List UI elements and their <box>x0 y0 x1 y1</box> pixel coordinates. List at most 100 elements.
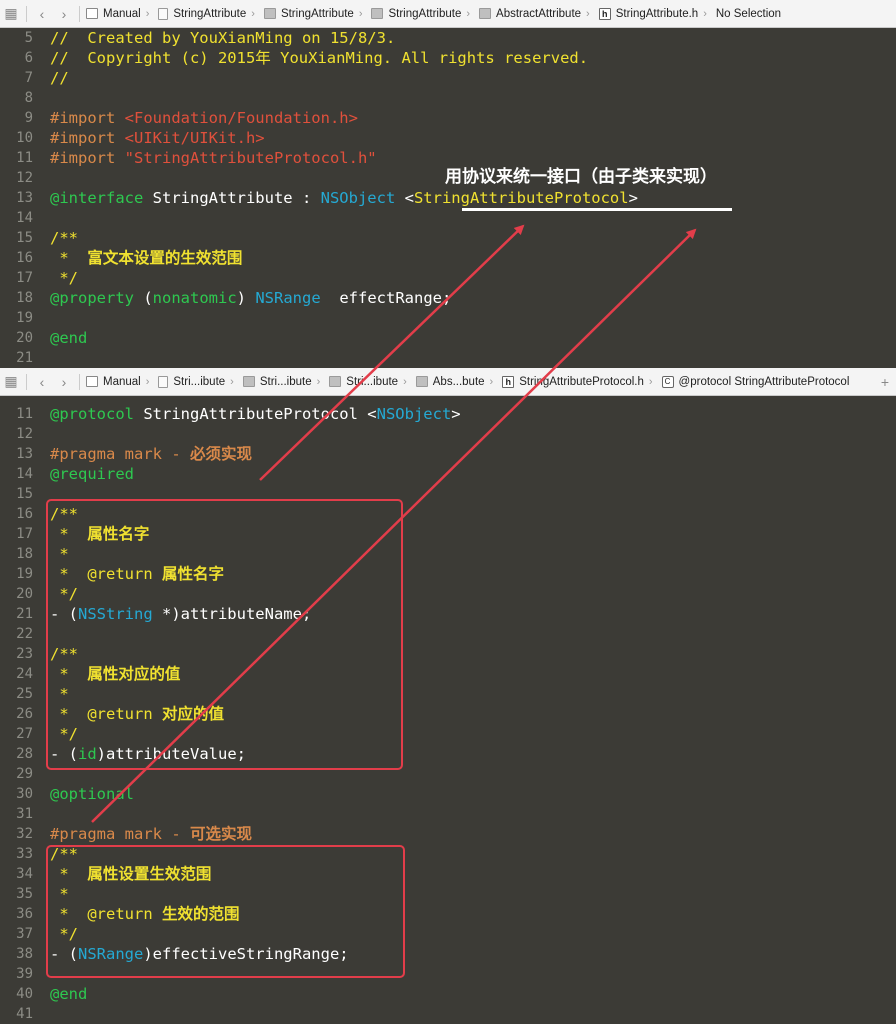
project-icon <box>86 376 98 387</box>
code-line[interactable]: 16 * 富文本设置的生效范围 <box>0 248 896 268</box>
breadcrumb-item[interactable]: h StringAttribute.h › <box>597 7 714 20</box>
breadcrumb-label: StringAttribute <box>388 7 462 20</box>
back-chevron-icon[interactable]: ‹ <box>31 3 53 25</box>
line-number: 12 <box>16 426 33 442</box>
code-line[interactable]: 31 <box>0 804 896 824</box>
line-number: 11 <box>16 150 33 166</box>
folder-icon <box>242 376 255 387</box>
code-line[interactable]: 11 @protocol StringAttributeProtocol <NSO… <box>0 404 896 424</box>
code-line[interactable]: 19 <box>0 308 896 328</box>
line-number: 27 <box>16 726 33 742</box>
line-number: 25 <box>16 686 33 702</box>
optional-methods-highlight <box>46 845 405 978</box>
code-line[interactable]: 20 @end <box>0 328 896 348</box>
breadcrumb-item[interactable]: h StringAttributeProtocol.h › <box>500 375 659 388</box>
code-line[interactable]: 8 <box>0 88 896 108</box>
code-line[interactable]: 10 #import <UIKit/UIKit.h> <box>0 128 896 148</box>
breadcrumb-item[interactable]: Abs...bute › <box>414 376 500 388</box>
back-chevron-icon[interactable]: ‹ <box>31 371 53 393</box>
chevron-right-icon: › <box>145 7 150 20</box>
code-line[interactable]: 14 @required <box>0 464 896 484</box>
code-line[interactable]: 17 */ <box>0 268 896 288</box>
breadcrumb-item[interactable]: Stri...ibute › <box>241 376 327 388</box>
line-number: 9 <box>24 110 33 126</box>
breadcrumb-label: @protocol StringAttributeProtocol <box>678 375 850 388</box>
code-token: 富文本设置的生效范围 <box>87 249 243 267</box>
code-token: #import <box>50 129 125 147</box>
annotation-text: 用协议来统一接口（由子类来实现） <box>445 167 717 187</box>
code-token: 必须实现 <box>189 445 252 463</box>
breadcrumb-label: Stri...ibute <box>259 375 312 388</box>
breadcrumb-label: AbstractAttribute <box>496 7 582 20</box>
line-number: 16 <box>16 250 33 266</box>
breadcrumb-label: Manual <box>103 7 141 20</box>
code-token: StringAttributeProtocol < <box>134 405 377 423</box>
breadcrumb-item[interactable]: C @protocol StringAttributeProtocol <box>660 375 852 388</box>
code-line[interactable]: 5 // Created by YouXianMing on 15/8/3. <box>0 28 896 48</box>
code-text: @interface StringAttribute : NSObject <S… <box>50 188 638 208</box>
line-number: 13 <box>16 190 33 206</box>
chevron-right-icon: › <box>230 375 234 388</box>
code-line[interactable]: 40 @end <box>0 984 896 1004</box>
forward-chevron-icon[interactable]: › <box>53 3 75 25</box>
divider <box>26 373 27 390</box>
code-token: // <box>50 69 69 87</box>
divider <box>79 373 80 390</box>
breadcrumb-item[interactable]: Stri...ibute › <box>156 375 240 388</box>
code-line[interactable]: 9 #import <Foundation/Foundation.h> <box>0 108 896 128</box>
breadcrumb-label: StringAttribute <box>280 7 354 20</box>
code-token: ) <box>236 289 256 307</box>
code-line[interactable]: 13 #pragma mark - 必须实现 <box>0 444 896 464</box>
code-line[interactable]: 32 #pragma mark - 可选实现 <box>0 824 896 844</box>
line-number: 12 <box>16 170 33 186</box>
breadcrumb-item[interactable]: AbstractAttribute › <box>477 8 597 20</box>
code-token: */ <box>50 269 78 287</box>
code-line[interactable]: 7 // <box>0 68 896 88</box>
line-number: 11 <box>16 406 33 422</box>
breadcrumb-item[interactable]: Manual › <box>84 8 156 20</box>
chevron-right-icon: › <box>466 7 471 20</box>
code-token: // Created by YouXianMing on 15/8/3. <box>50 29 396 47</box>
chevron-right-icon: › <box>703 7 707 20</box>
forward-chevron-icon[interactable]: › <box>53 371 75 393</box>
line-number: 31 <box>16 806 33 822</box>
line-number: 20 <box>16 586 33 602</box>
grid-icon[interactable]: ▦ <box>0 3 22 25</box>
chevron-right-icon: › <box>403 375 407 388</box>
code-line[interactable]: 21 <box>0 348 896 368</box>
top-code-editor[interactable]: 5 // Created by YouXianMing on 15/8/3. 6 //… <box>0 28 896 368</box>
line-number: 40 <box>16 986 33 1002</box>
breadcrumb-item[interactable]: StringAttribute › <box>156 7 262 20</box>
code-token: NSObject <box>320 189 396 207</box>
grid-icon[interactable]: ▦ <box>0 371 22 393</box>
add-editor-icon[interactable]: + <box>874 371 896 393</box>
line-number: 10 <box>16 130 33 146</box>
line-number: 37 <box>16 926 33 942</box>
code-line[interactable]: 30 @optional <box>0 784 896 804</box>
breadcrumb-item[interactable]: StringAttribute › <box>262 8 370 20</box>
breadcrumb-item[interactable]: No Selection <box>714 8 783 20</box>
breadcrumb-item[interactable]: Manual › <box>84 376 156 388</box>
code-line[interactable]: 6 // Copyright (c) 2015年 YouXianMing. All… <box>0 48 896 68</box>
code-token: /** <box>50 229 78 247</box>
code-line[interactable]: 18 @property (nonatomic) NSRange effectRa… <box>0 288 896 308</box>
breadcrumb-label: StringAttributeProtocol.h <box>519 375 644 388</box>
code-token: NSRange <box>255 289 321 307</box>
line-number: 19 <box>16 310 33 326</box>
line-number: 14 <box>16 210 33 226</box>
code-text: @optional <box>50 784 134 804</box>
code-line[interactable]: 14 <box>0 208 896 228</box>
breadcrumb-item[interactable]: StringAttribute › <box>369 8 477 20</box>
bottom-jump-bar: ▦ ‹ › Manual › Stri...ibute › Stri...ibute › S… <box>0 368 896 396</box>
code-line[interactable]: 15 /** <box>0 228 896 248</box>
chevron-right-icon: › <box>489 375 494 388</box>
line-number: 8 <box>24 90 33 106</box>
annotation-underline <box>462 208 732 211</box>
code-line[interactable]: 13 @interface StringAttribute : NSObject … <box>0 188 896 208</box>
line-number: 39 <box>16 966 33 982</box>
folder-icon <box>371 8 384 19</box>
code-line[interactable]: 41 <box>0 1004 896 1024</box>
breadcrumb-item[interactable]: Stri...ibute › <box>327 376 413 388</box>
line-number: 17 <box>16 526 33 542</box>
code-line[interactable]: 12 <box>0 424 896 444</box>
